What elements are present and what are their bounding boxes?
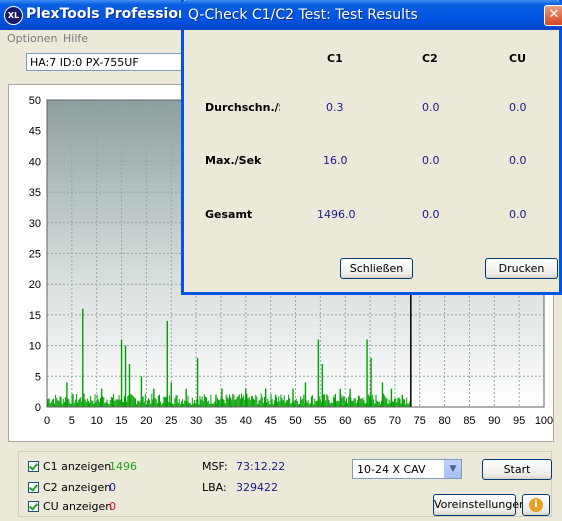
- x-tick-label: 0: [44, 415, 50, 427]
- x-tick-label: 60: [339, 415, 351, 427]
- y-tick-label: 25: [29, 249, 41, 261]
- c1-count: 1496: [109, 460, 137, 473]
- y-tick-label: 5: [35, 371, 41, 383]
- row-label-avg: Durchschn./S: [205, 101, 280, 114]
- x-tick-label: 30: [190, 415, 202, 427]
- dialog-title: Q-Check C1/C2 Test: Test Results: [188, 7, 418, 23]
- y-tick-label: 40: [29, 156, 41, 168]
- y-tick-label: 15: [29, 310, 41, 322]
- header-c1: C1: [327, 52, 343, 65]
- x-tick-label: 95: [513, 415, 525, 427]
- row-label-max: Max./Sek: [205, 154, 262, 167]
- speed-value: 10-24 X CAV: [357, 463, 426, 476]
- msf-value: 73:12.22: [236, 460, 286, 473]
- x-tick-label: 35: [215, 415, 227, 427]
- results-dialog: [181, 0, 562, 295]
- menu-hilfe[interactable]: Hilfe: [63, 32, 88, 45]
- header-cu: CU: [509, 52, 527, 65]
- info-button[interactable]: i: [522, 494, 550, 516]
- max-c2: 0.0: [422, 154, 440, 167]
- settings-button[interactable]: Voreinstellungen: [433, 494, 526, 516]
- cu-count: 0: [109, 500, 116, 513]
- x-tick-label: 70: [389, 415, 401, 427]
- x-tick-label: 100: [535, 415, 553, 427]
- show-c1-label: C1 anzeigen: [43, 460, 112, 473]
- x-tick-label: 80: [438, 415, 450, 427]
- start-button[interactable]: Start: [482, 459, 552, 480]
- x-tick-label: 40: [240, 415, 252, 427]
- x-tick-label: 25: [165, 415, 177, 427]
- chevron-down-icon[interactable]: ▼: [444, 460, 461, 478]
- close-button[interactable]: Schließen: [340, 258, 413, 279]
- y-tick-label: 0: [35, 402, 41, 414]
- total-c1: 1496.0: [317, 208, 356, 221]
- x-tick-label: 50: [289, 415, 301, 427]
- show-cu-label: CU anzeigen: [43, 500, 113, 513]
- y-tick-label: 35: [29, 187, 41, 199]
- y-tick-label: 30: [29, 218, 41, 230]
- y-tick-label: 50: [29, 95, 41, 107]
- show-c1-checkbox[interactable]: [28, 461, 39, 472]
- menu-optionen[interactable]: Optionen: [7, 32, 57, 45]
- y-tick-label: 45: [29, 126, 41, 138]
- show-cu-checkbox[interactable]: [28, 501, 39, 512]
- close-icon[interactable]: ✕: [544, 5, 562, 26]
- x-tick-label: 45: [265, 415, 277, 427]
- avg-c2: 0.0: [422, 101, 440, 114]
- x-tick-label: 75: [414, 415, 426, 427]
- info-icon: i: [529, 498, 543, 512]
- app-logo-icon: XL: [4, 6, 23, 25]
- y-tick-label: 20: [29, 279, 41, 291]
- show-c2-checkbox[interactable]: [28, 482, 39, 493]
- c2-count: 0: [109, 481, 116, 494]
- avg-cu: 0.0: [509, 101, 527, 114]
- x-tick-label: 90: [488, 415, 500, 427]
- max-cu: 0.0: [509, 154, 527, 167]
- y-tick-label: 10: [29, 341, 41, 353]
- lba-value: 329422: [236, 481, 278, 494]
- speed-select[interactable]: 10-24 X CAV ▼: [352, 459, 462, 479]
- max-c1: 16.0: [323, 154, 348, 167]
- print-button[interactable]: Drucken: [485, 258, 558, 279]
- header-c2: C2: [422, 52, 438, 65]
- x-tick-label: 20: [140, 415, 152, 427]
- x-tick-label: 15: [115, 415, 127, 427]
- x-tick-label: 55: [314, 415, 326, 427]
- show-c2-label: C2 anzeigen: [43, 481, 112, 494]
- total-c2: 0.0: [422, 208, 440, 221]
- x-tick-label: 85: [463, 415, 475, 427]
- msf-label: MSF:: [202, 460, 228, 473]
- row-label-total: Gesamt: [205, 208, 253, 221]
- x-tick-label: 65: [364, 415, 376, 427]
- x-tick-label: 10: [91, 415, 103, 427]
- lba-label: LBA:: [202, 481, 227, 494]
- avg-c1: 0.3: [326, 101, 344, 114]
- x-tick-label: 5: [69, 415, 75, 427]
- total-cu: 0.0: [509, 208, 527, 221]
- drive-select[interactable]: HA:7 ID:0 PX-755UF: [26, 53, 186, 71]
